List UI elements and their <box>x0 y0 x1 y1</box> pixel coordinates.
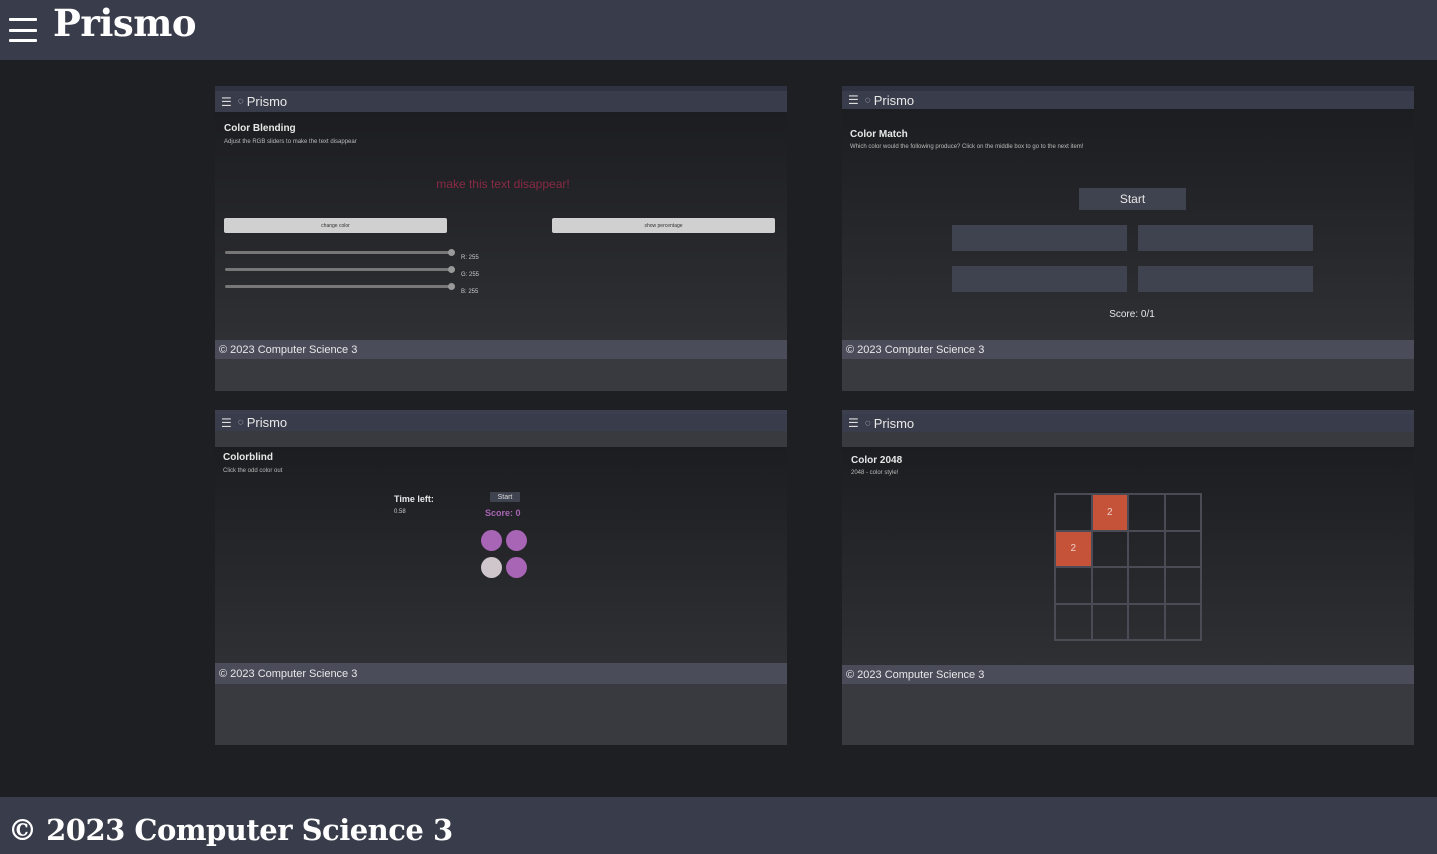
palette-icon: ◌ <box>864 94 871 106</box>
change-color-button[interactable]: change color <box>224 218 447 233</box>
mini-brand: Prismo <box>246 415 288 430</box>
mini-navbar: ☰ ◌ Prismo <box>842 410 1414 432</box>
time-left-label: Time left: <box>394 494 434 504</box>
green-slider[interactable] <box>225 266 455 273</box>
game-area: Color 2048 2048 - color style! 22 <box>842 447 1414 665</box>
game-area: Colorblind Click the odd color out Time … <box>215 447 787 663</box>
grid-cell <box>1091 530 1128 567</box>
menu-icon: ☰ <box>848 416 859 430</box>
footer-text: © 2023 Computer Science 3 <box>8 812 453 847</box>
game-title: Color 2048 <box>851 455 903 466</box>
top-navbar: Prismo <box>0 0 1437 60</box>
target-text: make this text disappear! <box>436 177 570 191</box>
grid-cell <box>1164 603 1201 640</box>
game-subtitle: Which color would the following produce?… <box>850 144 1084 150</box>
mini-footer: © 2023 Computer Science 3 <box>842 665 1414 684</box>
red-slider[interactable] <box>225 249 455 256</box>
color-circle[interactable] <box>481 530 502 551</box>
menu-icon: ☰ <box>848 93 859 107</box>
palette-icon: ◌ <box>237 96 244 107</box>
score-text: Score: 0/1 <box>1109 309 1155 320</box>
game-area: Color Blending Adjust the RGB sliders to… <box>215 112 787 340</box>
color-circle[interactable] <box>506 557 527 578</box>
mini-navbar: ☰ ◌ Prismo <box>215 86 787 112</box>
mini-footer: © 2023 Computer Science 3 <box>215 663 787 684</box>
show-percentage-button[interactable]: show percentage <box>552 218 775 233</box>
start-button[interactable]: Start <box>1079 188 1186 210</box>
color-circle[interactable] <box>506 530 527 551</box>
slider-knob[interactable] <box>448 249 455 256</box>
site-footer: © 2023 Computer Science 3 <box>0 797 1437 854</box>
color-circle[interactable] <box>481 557 502 578</box>
mini-brand: Prismo <box>873 92 915 108</box>
grid-cell <box>1055 494 1092 531</box>
grid-cell <box>1164 494 1201 531</box>
grid-cell <box>1091 567 1128 604</box>
blue-slider[interactable] <box>225 283 455 290</box>
red-value: R: 255 <box>461 255 479 261</box>
mini-navbar: ☰ ◌ Prismo <box>215 410 787 431</box>
grid-cell <box>1055 603 1092 640</box>
tile: 2 <box>1055 530 1092 567</box>
grid-cell <box>1128 603 1165 640</box>
mini-navbar: ☰ ◌ Prismo <box>842 86 1414 109</box>
option-box-4[interactable] <box>1138 266 1313 292</box>
game-area: Color Match Which color would the follow… <box>842 109 1414 340</box>
site-title[interactable]: Prismo <box>53 1 197 45</box>
grid-cell <box>1091 603 1128 640</box>
grid-cell <box>1128 567 1165 604</box>
green-value: G: 255 <box>461 272 480 278</box>
game-subtitle: Adjust the RGB sliders to make the text … <box>224 139 357 145</box>
blue-value: B: 255 <box>461 289 479 295</box>
colorblind-card[interactable]: ☰ ◌ Prismo Colorblind Click the odd colo… <box>215 410 787 745</box>
game-subtitle: Click the odd color out <box>223 468 283 474</box>
option-box-3[interactable] <box>952 266 1127 292</box>
option-box-2[interactable] <box>1138 225 1313 251</box>
grid-cell <box>1128 494 1165 531</box>
palette-icon: ◌ <box>864 417 871 429</box>
mini-brand: Prismo <box>246 94 288 109</box>
grid-cell <box>1055 567 1092 604</box>
slider-knob[interactable] <box>448 266 455 273</box>
score-text: Score: 0 <box>485 508 521 518</box>
tile: 2 <box>1091 494 1128 531</box>
palette-icon: ◌ <box>237 417 244 428</box>
option-box-1[interactable] <box>952 225 1127 251</box>
mini-brand: Prismo <box>873 415 915 431</box>
color-2048-card[interactable]: ☰ ◌ Prismo Color 2048 2048 - color style… <box>842 410 1414 745</box>
game-title: Colorblind <box>223 452 273 463</box>
grid-cell <box>1128 530 1165 567</box>
game-title: Color Blending <box>224 123 296 134</box>
time-left-value: 0.58 <box>394 509 406 515</box>
game-board[interactable]: 22 <box>1054 493 1202 641</box>
grid-cell <box>1164 567 1201 604</box>
menu-icon[interactable] <box>9 18 37 42</box>
game-subtitle: 2048 - color style! <box>851 470 899 476</box>
color-match-card[interactable]: ☰ ◌ Prismo Color Match Which color would… <box>842 86 1414 391</box>
mini-footer: © 2023 Computer Science 3 <box>842 340 1414 359</box>
menu-icon: ☰ <box>221 415 232 430</box>
menu-icon: ☰ <box>221 94 232 109</box>
game-title: Color Match <box>850 129 908 140</box>
start-button[interactable]: Start <box>490 492 520 502</box>
color-blending-card[interactable]: ☰ ◌ Prismo Color Blending Adjust the RGB… <box>215 86 787 391</box>
slider-knob[interactable] <box>448 283 455 290</box>
grid-cell <box>1164 530 1201 567</box>
mini-footer: © 2023 Computer Science 3 <box>215 340 787 359</box>
